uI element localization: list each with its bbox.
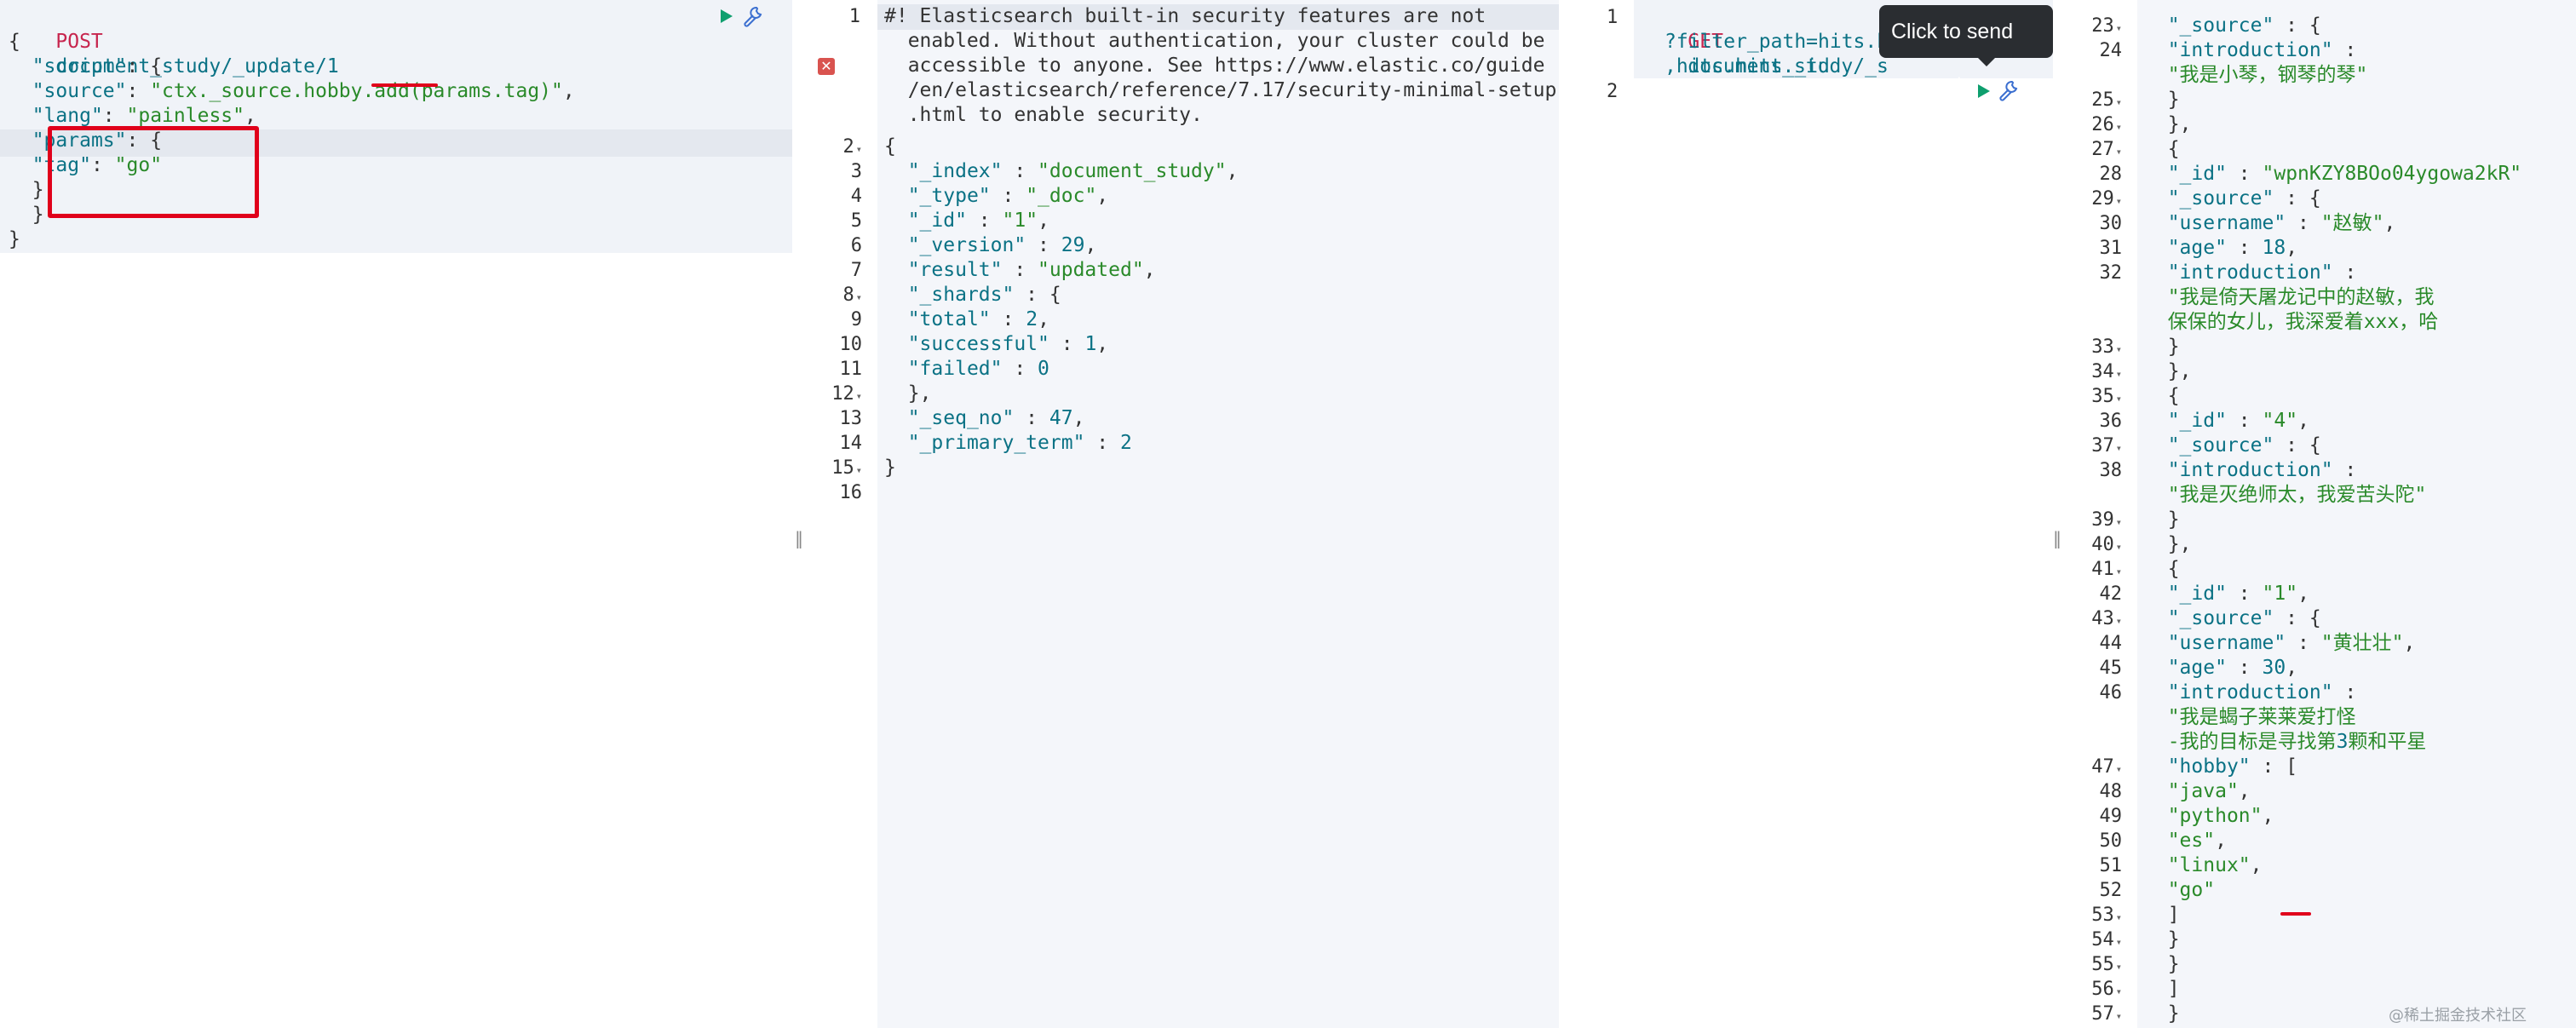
- code-line: 12 ▾ },: [831, 382, 932, 405]
- code-line: 54 ▾ }: [2091, 928, 2180, 950]
- code-line: }: [9, 228, 20, 250]
- code-line: {: [9, 31, 20, 53]
- code-line: 4 "_type" : "_doc",: [850, 185, 1109, 207]
- code-line: "lang": "painless",: [32, 105, 256, 127]
- code-line: 52 "go": [2099, 879, 2216, 901]
- left-response-panel: ✕ 1 #! Elasticsearch built-in security fe…: [809, 0, 1559, 1028]
- code-line: 5 "_id" : "1",: [850, 210, 1049, 232]
- code-line: "我是倚天屠龙记中的赵敏，我: [2167, 286, 2435, 308]
- code-line: "我是蝎子莱莱爱打怪: [2167, 706, 2356, 728]
- code-line: 47 ▾ "hobby" : [: [2091, 755, 2298, 778]
- code-line: 9 "total" : 2,: [850, 308, 1049, 330]
- code-line: "我是灭绝师太，我爱苦头陀": [2167, 484, 2427, 506]
- code-line: 25 ▾ }: [2091, 89, 2180, 111]
- wrench-icon[interactable]: [1997, 79, 2021, 101]
- left-request-editor[interactable]: POST document_study/_update/1 { "script"…: [0, 0, 792, 1028]
- security-warning-line: accessible to anyone. See https://www.el…: [884, 55, 1545, 77]
- code-line: 29 ▾ "_source" : {: [2091, 187, 2321, 210]
- code-line: 10 "successful" : 1,: [839, 333, 1109, 355]
- code-line: 43 ▾ "_source" : {: [2091, 607, 2321, 629]
- code-line: 3 "_index" : "document_study",: [850, 160, 1239, 182]
- code-line: 31 "age" : 18,: [2099, 237, 2298, 259]
- code-line: 37 ▾ "_source" : {: [2091, 434, 2321, 457]
- code-line: 24 "introduction" :: [2099, 39, 2357, 61]
- code-line: 28 "_id" : "wpnKZY8BOo04ygowa2kR": [2099, 163, 2522, 185]
- code-line: 33 ▾ }: [2091, 336, 2180, 358]
- code-line: 15 ▾}: [831, 457, 896, 479]
- code-line: 46 "introduction" :: [2099, 681, 2357, 704]
- code-line: 2 ▾{: [842, 135, 896, 158]
- code-line: 55 ▾ }: [2091, 953, 2180, 975]
- code-line: 36 "_id" : "4",: [2099, 410, 2309, 432]
- code-line: 16: [839, 482, 863, 503]
- security-warning-line: 1 #! Elasticsearch built-in security feat…: [848, 5, 1486, 27]
- code-line: 42 "_id" : "1",: [2099, 583, 2309, 605]
- panel-resizer-left[interactable]: ‖: [795, 528, 803, 548]
- code-line: 6 "_version" : 29,: [850, 234, 1097, 256]
- security-warning-line: /en/elasticsearch/reference/7.17/securit…: [884, 79, 1557, 101]
- code-line: 30 "username" : "赵敏",: [2099, 212, 2396, 234]
- watermark: @稀土掘金技术社区: [2389, 1007, 2527, 1025]
- params-annotation-box: [48, 126, 259, 218]
- send-request-tooltip: Click to send request: [1879, 5, 2053, 96]
- code-line: "我是小琴，钢琴的琴": [2167, 64, 2368, 86]
- code-line: 34 ▾ },: [2091, 360, 2192, 382]
- code-line: 41 ▾ {: [2091, 558, 2180, 580]
- right-request-editor[interactable]: 1 2 GET document_study/_s ?filter_path=h…: [1576, 0, 2053, 1028]
- go-annotation-underline: [2280, 912, 2311, 916]
- code-line: "script": {: [32, 55, 163, 78]
- code-line: 11 "failed" : 0: [839, 358, 1049, 380]
- code-line: 13 "_seq_no" : 47,: [839, 407, 1085, 429]
- right-response-panel: 23 ▾ "_source" : {24 "introduction" : "我是…: [2066, 0, 2576, 1028]
- code-line: 53 ▾ ]: [2091, 904, 2180, 926]
- tooltip-arrow: [1978, 58, 1995, 66]
- code-line: 14 "_primary_term" : 2: [839, 432, 1132, 454]
- code-line: 26 ▾ },: [2091, 113, 2192, 135]
- code-line: 56 ▾ ]: [2091, 978, 2180, 1000]
- code-line: 27 ▾ {: [2091, 138, 2180, 160]
- code-line: 32 "introduction" :: [2099, 261, 2357, 284]
- code-line: 7 "result" : "updated",: [850, 259, 1156, 281]
- code-line: 保保的女儿，我深爱着xxx，哈: [2167, 311, 2439, 333]
- add-annotation-underline: [371, 83, 438, 87]
- play-icon[interactable]: [717, 7, 736, 26]
- code-line: 39 ▾ }: [2091, 508, 2180, 531]
- code-line: 44 "username" : "黄壮壮",: [2099, 632, 2416, 654]
- code-line: 51 "linux",: [2099, 854, 2263, 876]
- code-line: 8 ▾ "_shards" : {: [842, 284, 1061, 306]
- code-line: 49 "python",: [2099, 805, 2274, 827]
- code-line: 40 ▾ },: [2091, 533, 2192, 555]
- wrench-icon[interactable]: [741, 5, 765, 27]
- code-line: -我的目标是寻找第3颗和平星: [2167, 731, 2427, 753]
- panel-resizer-right[interactable]: ‖: [2053, 528, 2061, 548]
- request-line: POST document_study/_update/1: [9, 5, 792, 78]
- code-line: 23 ▾ "_source" : {: [2091, 14, 2321, 37]
- play-icon[interactable]: [1975, 82, 1993, 101]
- code-line: 35 ▾ {: [2091, 385, 2180, 407]
- code-line: 45 "age" : 30,: [2099, 657, 2298, 679]
- code-line: 48 "java",: [2099, 780, 2251, 802]
- code-line: 38 "introduction" :: [2099, 459, 2357, 481]
- security-warning-line: .html to enable security.: [884, 104, 1203, 126]
- code-line: 50 "es",: [2099, 830, 2227, 852]
- security-warning-line: enabled. Without authentication, your cl…: [884, 30, 1545, 52]
